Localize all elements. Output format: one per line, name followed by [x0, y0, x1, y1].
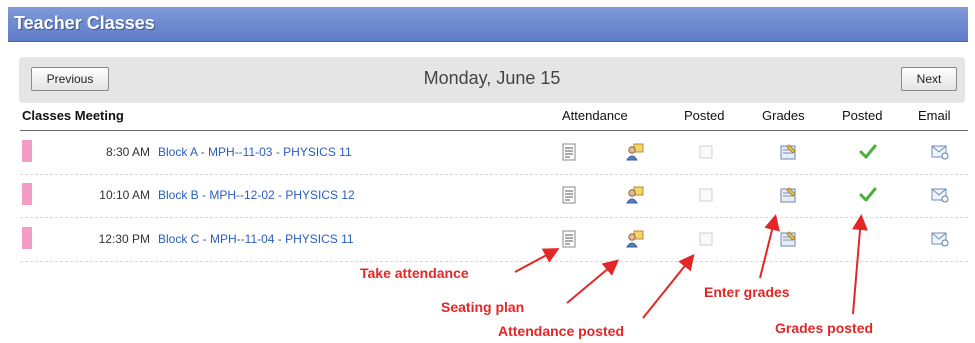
table-header: Classes Meeting Attendance Posted Grades…: [20, 108, 968, 131]
seating-plan-icon[interactable]: [625, 142, 645, 162]
header-email: Email: [918, 108, 951, 123]
attendance-posted-checkbox[interactable]: [696, 185, 716, 205]
enter-grades-icon[interactable]: [778, 185, 798, 205]
table-row: 10:10 AM Block B - MPH--12-02 - PHYSICS …: [20, 177, 968, 218]
label-take-attendance: Take attendance: [360, 265, 469, 281]
email-icon[interactable]: [930, 229, 950, 249]
enter-grades-icon[interactable]: [778, 142, 798, 162]
take-attendance-icon[interactable]: [559, 185, 579, 205]
grades-posted-check-icon: [858, 142, 878, 162]
table-row: 8:30 AM Block A - MPH--11-03 - PHYSICS 1…: [20, 134, 968, 175]
course-link[interactable]: Block C - MPH--11-04 - PHYSICS 11: [158, 232, 354, 246]
course-link[interactable]: Block A - MPH--11-03 - PHYSICS 11: [158, 145, 352, 159]
header-attendance: Attendance: [562, 108, 628, 123]
email-icon[interactable]: [930, 142, 950, 162]
take-attendance-icon[interactable]: [559, 229, 579, 249]
header-classes-meeting: Classes Meeting: [22, 108, 124, 123]
attendance-posted-checkbox[interactable]: [696, 142, 716, 162]
course-link[interactable]: Block B - MPH--12-02 - PHYSICS 12: [158, 188, 355, 202]
header-grades-posted: Posted: [842, 108, 883, 123]
class-time: 8:30 AM: [105, 145, 150, 159]
arrow-attendance-posted: [642, 253, 695, 319]
page-title: Teacher Classes: [14, 13, 155, 33]
table-row: 12:30 PM Block C - MPH--11-04 - PHYSICS …: [20, 221, 968, 262]
class-time: 10:10 AM: [99, 188, 150, 202]
label-enter-grades: Enter grades: [704, 284, 790, 300]
label-attendance-posted: Attendance posted: [498, 323, 625, 339]
take-attendance-icon[interactable]: [559, 142, 579, 162]
next-button[interactable]: Next: [901, 67, 957, 91]
attendance-posted-checkbox[interactable]: [696, 229, 716, 249]
header-grades: Grades: [762, 108, 805, 123]
title-bar: Teacher Classes: [8, 7, 968, 42]
enter-grades-icon[interactable]: [778, 229, 798, 249]
arrow-seating-plan: [566, 259, 620, 304]
class-color-marker: [22, 227, 32, 249]
class-time: 12:30 PM: [98, 232, 150, 246]
seating-plan-icon[interactable]: [625, 185, 645, 205]
class-color-marker: [22, 140, 32, 162]
date-navigation: Previous Monday, June 15 Next: [19, 57, 965, 103]
seating-plan-icon[interactable]: [625, 229, 645, 249]
label-grades-posted: Grades posted: [775, 320, 874, 336]
header-attendance-posted: Posted: [684, 108, 725, 123]
grades-posted-check-icon: [858, 185, 878, 205]
label-seating-plan: Seating plan: [441, 299, 525, 315]
current-date: Monday, June 15: [423, 68, 561, 88]
class-color-marker: [22, 183, 32, 205]
email-icon[interactable]: [930, 185, 950, 205]
